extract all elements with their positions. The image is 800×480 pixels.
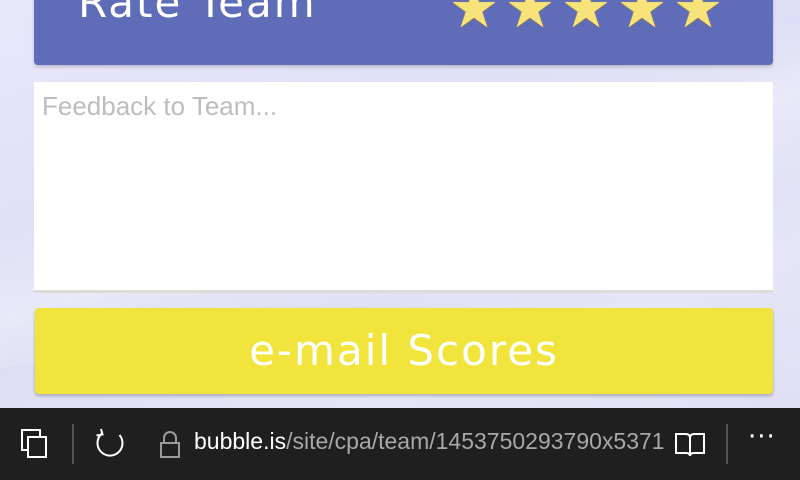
rate-team-title: Rate Team (78, 0, 317, 27)
lock-icon (158, 430, 182, 464)
url-path: /site/cpa/team/1453750293790x5371 (286, 428, 665, 454)
refresh-icon[interactable] (92, 426, 128, 466)
star-icon-4[interactable]: ★ (614, 0, 670, 44)
feedback-input[interactable] (34, 82, 773, 293)
reading-view-icon[interactable] (674, 430, 706, 464)
address-bar[interactable]: bubble.is/site/cpa/team/1453750293790x53… (194, 428, 665, 455)
browser-toolbar: bubble.is/site/cpa/team/1453750293790x53… (0, 408, 800, 480)
star-icon-1[interactable]: ★ (446, 0, 502, 44)
rate-team-bar: Rate Team ★ ★ ★ ★ ★ (34, 0, 773, 65)
star-icon-3[interactable]: ★ (558, 0, 614, 44)
more-icon[interactable]: ··· (748, 422, 776, 452)
star-icon-2[interactable]: ★ (502, 0, 558, 44)
tabs-icon[interactable] (20, 428, 50, 464)
url-host: bubble.is (194, 428, 287, 454)
star-icon-5[interactable]: ★ (670, 0, 726, 44)
email-scores-button[interactable]: e-mail Scores (35, 308, 773, 394)
star-rating[interactable]: ★ ★ ★ ★ ★ (446, 0, 726, 44)
toolbar-divider (72, 424, 74, 464)
toolbar-divider (726, 424, 728, 464)
